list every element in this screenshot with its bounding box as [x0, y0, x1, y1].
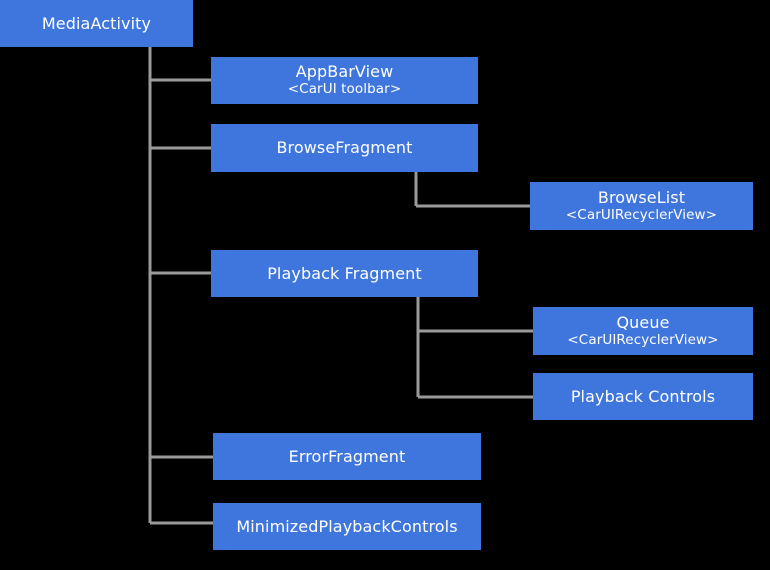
node-title-media-activity: MediaActivity	[41, 13, 152, 33]
node-title-browse-list: BrowseList	[597, 187, 686, 207]
media-architecture-diagram: MediaActivity AppBarView <CarUI toolbar> Br…	[0, 0, 770, 570]
node-title-playback-controls: Playback Controls	[570, 386, 716, 406]
node-minimized-playback-controls[interactable]: MinimizedPlaybackControls	[213, 503, 481, 550]
node-playback-controls[interactable]: Playback Controls	[533, 373, 753, 420]
node-title-minimized-playback-controls: MinimizedPlaybackControls	[236, 516, 458, 536]
node-title-error-fragment: ErrorFragment	[288, 446, 406, 466]
node-media-activity[interactable]: MediaActivity	[0, 0, 193, 47]
node-app-bar-view[interactable]: AppBarView <CarUI toolbar>	[211, 57, 478, 104]
node-subtitle-queue: <CarUIRecyclerView>	[567, 331, 719, 348]
node-subtitle-browse-list: <CarUIRecyclerView>	[565, 206, 718, 223]
node-title-playback-fragment: Playback Fragment	[267, 263, 422, 283]
node-title-browse-fragment: BrowseFragment	[276, 138, 413, 158]
node-title-queue: Queue	[616, 312, 670, 332]
node-queue[interactable]: Queue <CarUIRecyclerView>	[533, 307, 753, 355]
node-playback-fragment[interactable]: Playback Fragment	[211, 250, 478, 297]
node-error-fragment[interactable]: ErrorFragment	[213, 433, 481, 480]
node-subtitle-app-bar-view: <CarUI toolbar>	[287, 81, 402, 98]
node-browse-list[interactable]: BrowseList <CarUIRecyclerView>	[530, 182, 753, 230]
node-title-app-bar-view: AppBarView	[295, 62, 394, 82]
node-browse-fragment[interactable]: BrowseFragment	[211, 124, 478, 172]
